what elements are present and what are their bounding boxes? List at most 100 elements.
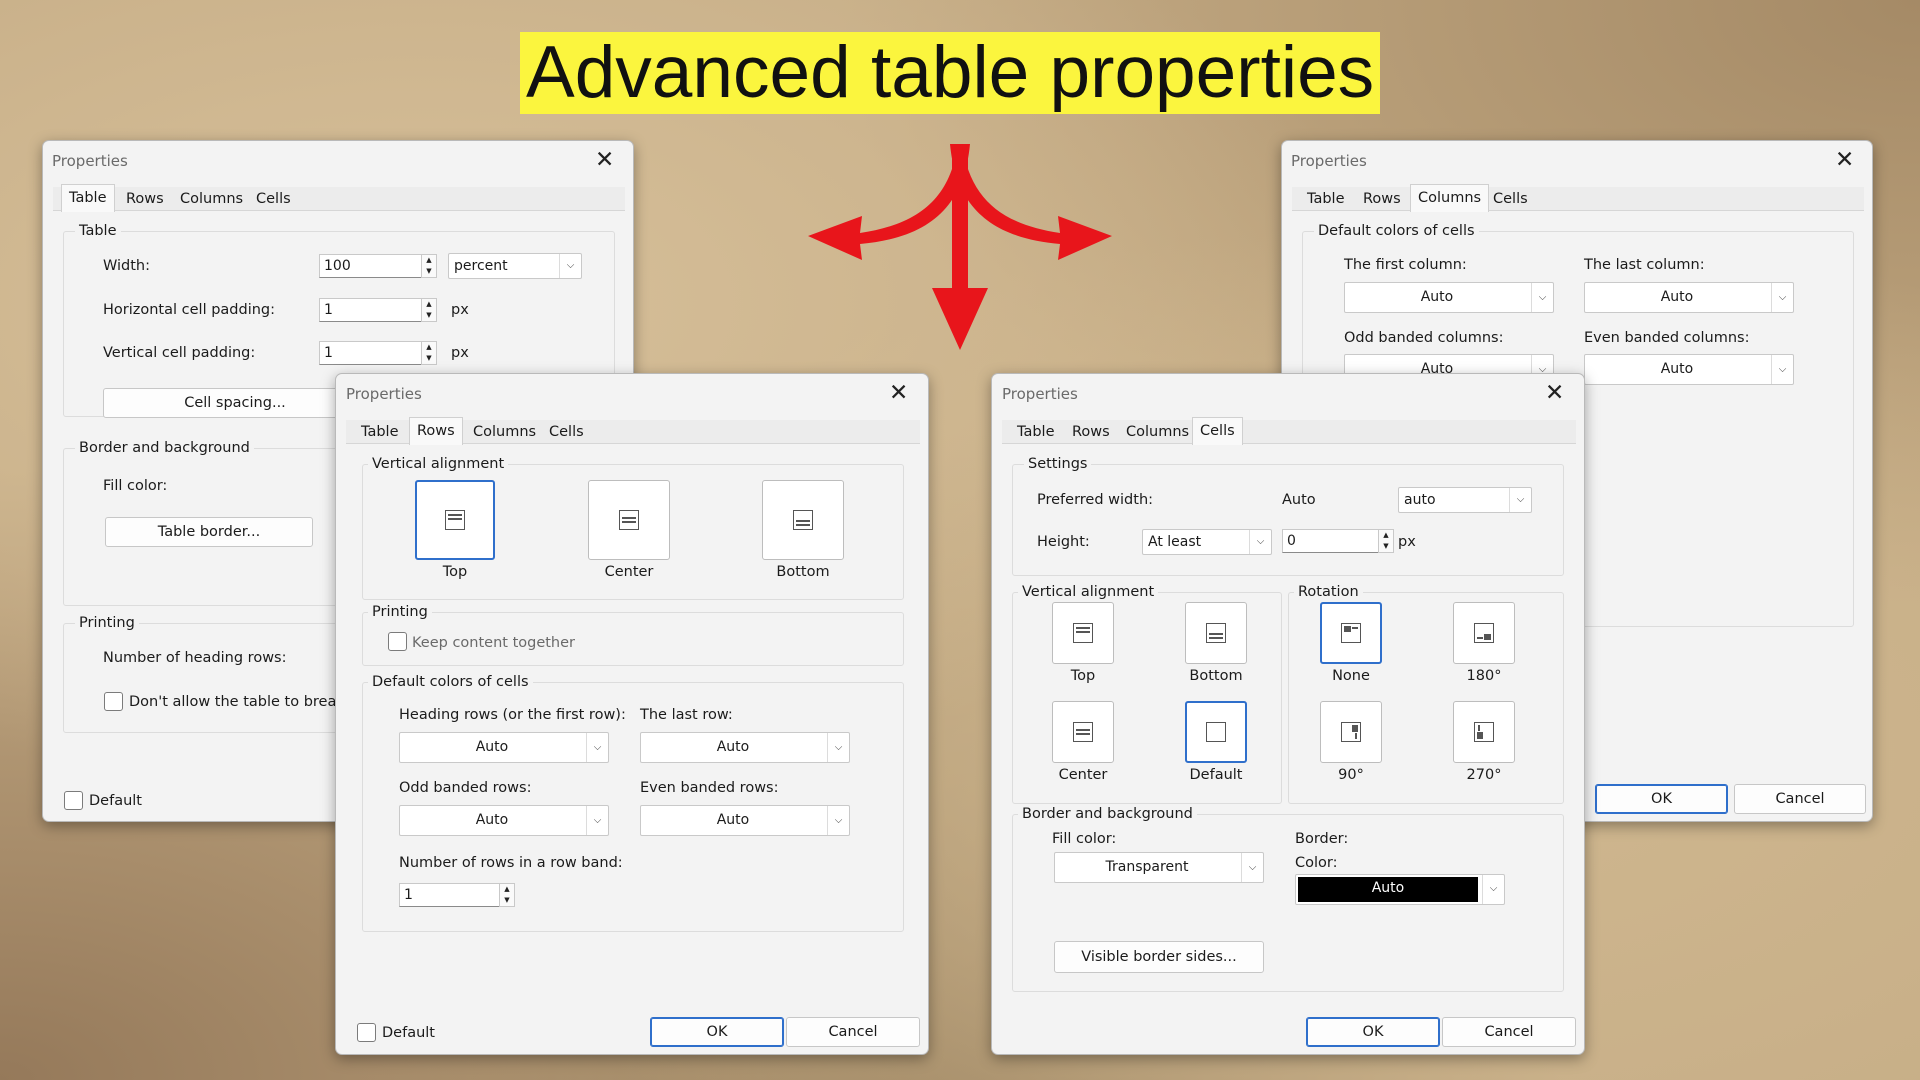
- valign-center-option[interactable]: [1052, 701, 1114, 763]
- ok-button[interactable]: OK: [650, 1017, 784, 1047]
- tab-columns[interactable]: Columns: [466, 420, 543, 444]
- align-center-icon: [1073, 722, 1093, 742]
- group-label: Table: [75, 222, 121, 240]
- chevron-down-icon: ⌵: [586, 733, 608, 762]
- align-center-icon: [619, 510, 639, 530]
- height-mode-select[interactable]: At least ⌵: [1142, 529, 1272, 555]
- cancel-button[interactable]: Cancel: [1442, 1017, 1576, 1047]
- vpad-input[interactable]: 1: [319, 341, 423, 365]
- tab-columns[interactable]: Columns: [1119, 420, 1196, 444]
- tab-bar: Table Rows Columns Cells: [1292, 184, 1864, 212]
- height-input[interactable]: 0: [1282, 529, 1380, 553]
- valign-bottom-label: Bottom: [1189, 668, 1243, 684]
- vpad-stepper[interactable]: ▲ ▼: [421, 341, 437, 365]
- dont-break-checkbox[interactable]: [104, 692, 123, 711]
- tab-columns[interactable]: Columns: [173, 187, 250, 211]
- rotation-90-option[interactable]: [1320, 701, 1382, 763]
- tab-rows[interactable]: Rows: [1065, 420, 1117, 444]
- odd-select[interactable]: Auto ⌵: [399, 805, 609, 836]
- visible-border-sides-button[interactable]: Visible border sides...: [1054, 941, 1264, 973]
- valign-top-option[interactable]: [1052, 602, 1114, 664]
- close-icon[interactable]: ✕: [1545, 381, 1564, 405]
- close-icon[interactable]: ✕: [889, 381, 908, 405]
- even-select[interactable]: Auto ⌵: [640, 805, 850, 836]
- chevron-down-icon: ⌵: [559, 254, 581, 278]
- tab-table[interactable]: Table: [61, 184, 115, 212]
- tab-cells[interactable]: Cells: [542, 420, 591, 444]
- tab-table[interactable]: Table: [1010, 420, 1062, 444]
- rotation-180-option[interactable]: [1453, 602, 1515, 664]
- height-stepper[interactable]: ▲ ▼: [1378, 529, 1394, 553]
- border-color-select[interactable]: Auto ⌵: [1295, 874, 1505, 905]
- hpad-stepper[interactable]: ▲ ▼: [421, 298, 437, 322]
- pref-width-label: Preferred width:: [1037, 492, 1154, 508]
- close-icon[interactable]: ✕: [1835, 148, 1854, 172]
- width-input[interactable]: 100: [319, 254, 423, 278]
- align-top-icon: [445, 510, 465, 530]
- cell-spacing-button[interactable]: Cell spacing...: [103, 388, 367, 418]
- pref-width-value: Auto: [1282, 492, 1316, 508]
- default-checkbox[interactable]: [357, 1023, 376, 1042]
- valign-top-label: Top: [442, 564, 468, 580]
- tab-cells[interactable]: Cells: [249, 187, 298, 211]
- group-label: Border and background: [75, 439, 254, 457]
- ok-button[interactable]: OK: [1306, 1017, 1440, 1047]
- last-row-label: The last row:: [640, 707, 733, 723]
- tab-cells[interactable]: Cells: [1486, 187, 1535, 211]
- keep-together-checkbox[interactable]: [388, 632, 407, 651]
- tab-rows[interactable]: Rows: [119, 187, 171, 211]
- heading-select[interactable]: Auto ⌵: [399, 732, 609, 763]
- tab-cells[interactable]: Cells: [1192, 417, 1243, 445]
- page-title: Advanced table properties: [520, 32, 1381, 114]
- px-label: px: [451, 302, 469, 318]
- valign-top-option[interactable]: [415, 480, 495, 560]
- default-checkbox[interactable]: [64, 791, 83, 810]
- default-label: Default: [89, 793, 142, 809]
- hpad-label: Horizontal cell padding:: [103, 302, 276, 318]
- width-stepper[interactable]: ▲ ▼: [421, 254, 437, 278]
- even-label: Even banded rows:: [640, 780, 779, 796]
- group-label: Border and background: [1018, 805, 1197, 823]
- tab-bar: Table Rows Columns Cells: [1002, 417, 1576, 445]
- band-stepper[interactable]: ▲ ▼: [499, 883, 515, 907]
- tab-rows[interactable]: Rows: [1356, 187, 1408, 211]
- valign-default-option[interactable]: [1185, 701, 1247, 763]
- tab-table[interactable]: Table: [1300, 187, 1352, 211]
- rotation-none-label: None: [1332, 668, 1370, 684]
- valign-bottom-option[interactable]: [762, 480, 844, 560]
- table-border-button[interactable]: Table border...: [105, 517, 313, 547]
- chevron-down-icon: ⌵: [1531, 283, 1553, 312]
- rotation-90-icon: [1341, 722, 1361, 742]
- even-select[interactable]: Auto ⌵: [1584, 354, 1794, 385]
- default-label: Default: [382, 1025, 435, 1041]
- chevron-down-icon: ⌵: [1482, 875, 1504, 904]
- width-label: Width:: [103, 258, 151, 274]
- cancel-button[interactable]: Cancel: [786, 1017, 920, 1047]
- tab-columns[interactable]: Columns: [1410, 184, 1490, 212]
- pref-width-unit-select[interactable]: auto ⌵: [1398, 487, 1532, 513]
- chevron-down-icon: ⌵: [827, 806, 849, 835]
- hpad-input[interactable]: 1: [319, 298, 423, 322]
- valign-default-label: Default: [1189, 767, 1243, 783]
- valign-bottom-option[interactable]: [1185, 602, 1247, 664]
- dialog-rows: Properties ✕ Table Rows Columns Cells Ve…: [335, 373, 929, 1055]
- close-icon[interactable]: ✕: [595, 148, 614, 172]
- first-col-select[interactable]: Auto ⌵: [1344, 282, 1554, 313]
- valign-center-option[interactable]: [588, 480, 670, 560]
- last-col-select[interactable]: Auto ⌵: [1584, 282, 1794, 313]
- rotation-270-option[interactable]: [1453, 701, 1515, 763]
- group-label: Rotation: [1294, 583, 1363, 601]
- dont-break-label: Don't allow the table to break ac: [129, 694, 367, 710]
- cancel-button[interactable]: Cancel: [1734, 784, 1866, 814]
- rotation-180-label: 180°: [1466, 668, 1502, 684]
- tab-rows[interactable]: Rows: [409, 417, 463, 445]
- group-label: Printing: [368, 603, 432, 621]
- rotation-none-option[interactable]: [1320, 602, 1382, 664]
- tab-table[interactable]: Table: [354, 420, 406, 444]
- last-row-select[interactable]: Auto ⌵: [640, 732, 850, 763]
- ok-button[interactable]: OK: [1595, 784, 1728, 814]
- band-input[interactable]: 1: [399, 883, 501, 907]
- group-label: Default colors of cells: [1314, 222, 1479, 240]
- fill-color-select[interactable]: Transparent ⌵: [1054, 852, 1264, 883]
- width-unit-select[interactable]: percent ⌵: [448, 253, 582, 279]
